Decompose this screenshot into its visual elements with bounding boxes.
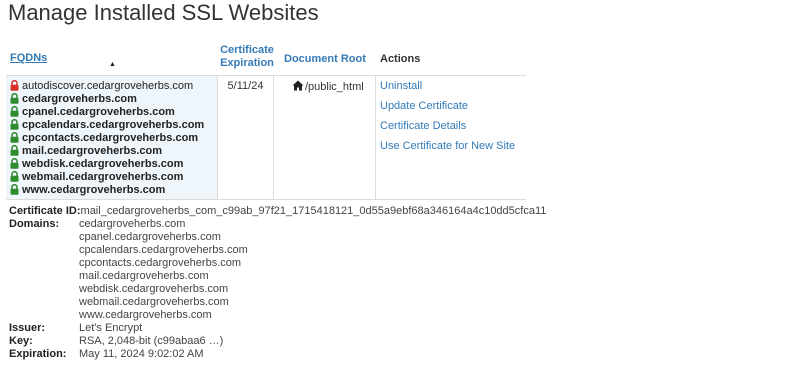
padlock-green-icon (10, 106, 19, 117)
padlock-green-icon (10, 119, 19, 130)
home-icon (292, 80, 304, 91)
domain-name: webdisk.cedargroveherbs.com (22, 157, 184, 170)
padlock-green-icon (10, 132, 19, 143)
expiration-label: Expiration: (9, 348, 67, 360)
sort-ascending-icon: ▲ (109, 61, 116, 68)
page-title: Manage Installed SSL Websites (8, 0, 319, 25)
domain-value: cpanel.cedargroveherbs.com (79, 231, 221, 243)
domain-name: cpcontacts.cedargroveherbs.com (22, 131, 199, 144)
cert-expiration-header-line1: Certificate (220, 44, 274, 56)
expiration-cell: 5/11/24 (217, 76, 274, 199)
domain-name: cedargroveherbs.com (22, 92, 137, 105)
use-certificate-new-site-link[interactable]: Use Certificate for New Site (380, 140, 526, 160)
padlock-green-icon (10, 145, 19, 156)
issuer-label: Issuer: (9, 322, 46, 334)
expiration-value: May 11, 2024 9:02:02 AM (79, 348, 204, 360)
fqdn-list: autodiscover.cedargroveherbs.com cedargr… (6, 76, 217, 199)
domain-name: mail.cedargroveherbs.com (22, 144, 163, 157)
domain-value: cpcalendars.cedargroveherbs.com (79, 244, 248, 256)
domains-row: Domains: cedargroveherbs.com cpanel.ceda… (9, 218, 546, 322)
domain-name: autodiscover.cedargroveherbs.com (22, 79, 194, 92)
domain-value: webmail.cedargroveherbs.com (79, 296, 229, 308)
update-certificate-link[interactable]: Update Certificate (380, 100, 526, 120)
padlock-green-icon (10, 184, 19, 195)
domain-value: mail.cedargroveherbs.com (79, 270, 209, 282)
domain-name: www.cedargroveherbs.com (22, 183, 166, 196)
domain-value: cedargroveherbs.com (79, 218, 186, 230)
padlock-green-icon (10, 171, 19, 182)
actions-cell: Uninstall Update Certificate Certificate… (376, 76, 526, 199)
issuer-row: Issuer: Let's Encrypt (9, 322, 546, 335)
uninstall-link[interactable]: Uninstall (380, 80, 526, 100)
domain-value: cpcontacts.cedargroveherbs.com (79, 257, 242, 269)
domain-item: cpanel.cedargroveherbs.com (10, 105, 217, 118)
domain-name: cpanel.cedargroveherbs.com (22, 105, 175, 118)
domain-item: cpcalendars.cedargroveherbs.com (10, 118, 217, 131)
key-row: Key: RSA, 2,048-bit (c99abaa6 …) (9, 335, 546, 348)
domain-item: webmail.cedargroveherbs.com (10, 170, 217, 183)
document-root-path: /public_html (305, 81, 364, 93)
certificate-details-panel: Certificate ID: mail_cedargroveherbs_com… (9, 205, 546, 361)
domain-value: www.cedargroveherbs.com (79, 309, 212, 321)
key-value: RSA, 2,048-bit (c99abaa6 …) (79, 335, 224, 347)
padlock-green-icon (10, 93, 19, 104)
certificate-id-label: Certificate ID: (9, 205, 81, 217)
cert-expiration-header-line2: Expiration (220, 57, 274, 69)
key-label: Key: (9, 335, 33, 347)
certificate-details-link[interactable]: Certificate Details (380, 120, 526, 140)
domains-label: Domains: (9, 218, 60, 230)
padlock-red-icon (10, 80, 19, 91)
domain-value: webdisk.cedargroveherbs.com (79, 283, 229, 295)
document-root-cell: /public_html (274, 76, 376, 199)
cert-expiration-sort-header[interactable]: Certificate Expiration (218, 44, 276, 76)
certificate-id-value: mail_cedargroveherbs_com_c99ab_97f21_171… (80, 205, 547, 217)
domain-item: www.cedargroveherbs.com (10, 183, 217, 196)
domains-list: cedargroveherbs.com cpanel.cedargroveher… (79, 218, 248, 322)
domain-item: autodiscover.cedargroveherbs.com (10, 79, 217, 92)
domain-name: cpcalendars.cedargroveherbs.com (22, 118, 205, 131)
expiration-row: Expiration: May 11, 2024 9:02:02 AM (9, 348, 546, 361)
domain-item: cedargroveherbs.com (10, 92, 217, 105)
table-row: autodiscover.cedargroveherbs.com cedargr… (6, 75, 526, 200)
domain-name: webmail.cedargroveherbs.com (22, 170, 184, 183)
certificate-id-row: Certificate ID: mail_cedargroveherbs_com… (9, 205, 546, 218)
issuer-value: Let's Encrypt (79, 322, 143, 334)
domain-item: cpcontacts.cedargroveherbs.com (10, 131, 217, 144)
padlock-green-icon (10, 158, 19, 169)
domain-item: mail.cedargroveherbs.com (10, 144, 217, 157)
domain-item: webdisk.cedargroveherbs.com (10, 157, 217, 170)
